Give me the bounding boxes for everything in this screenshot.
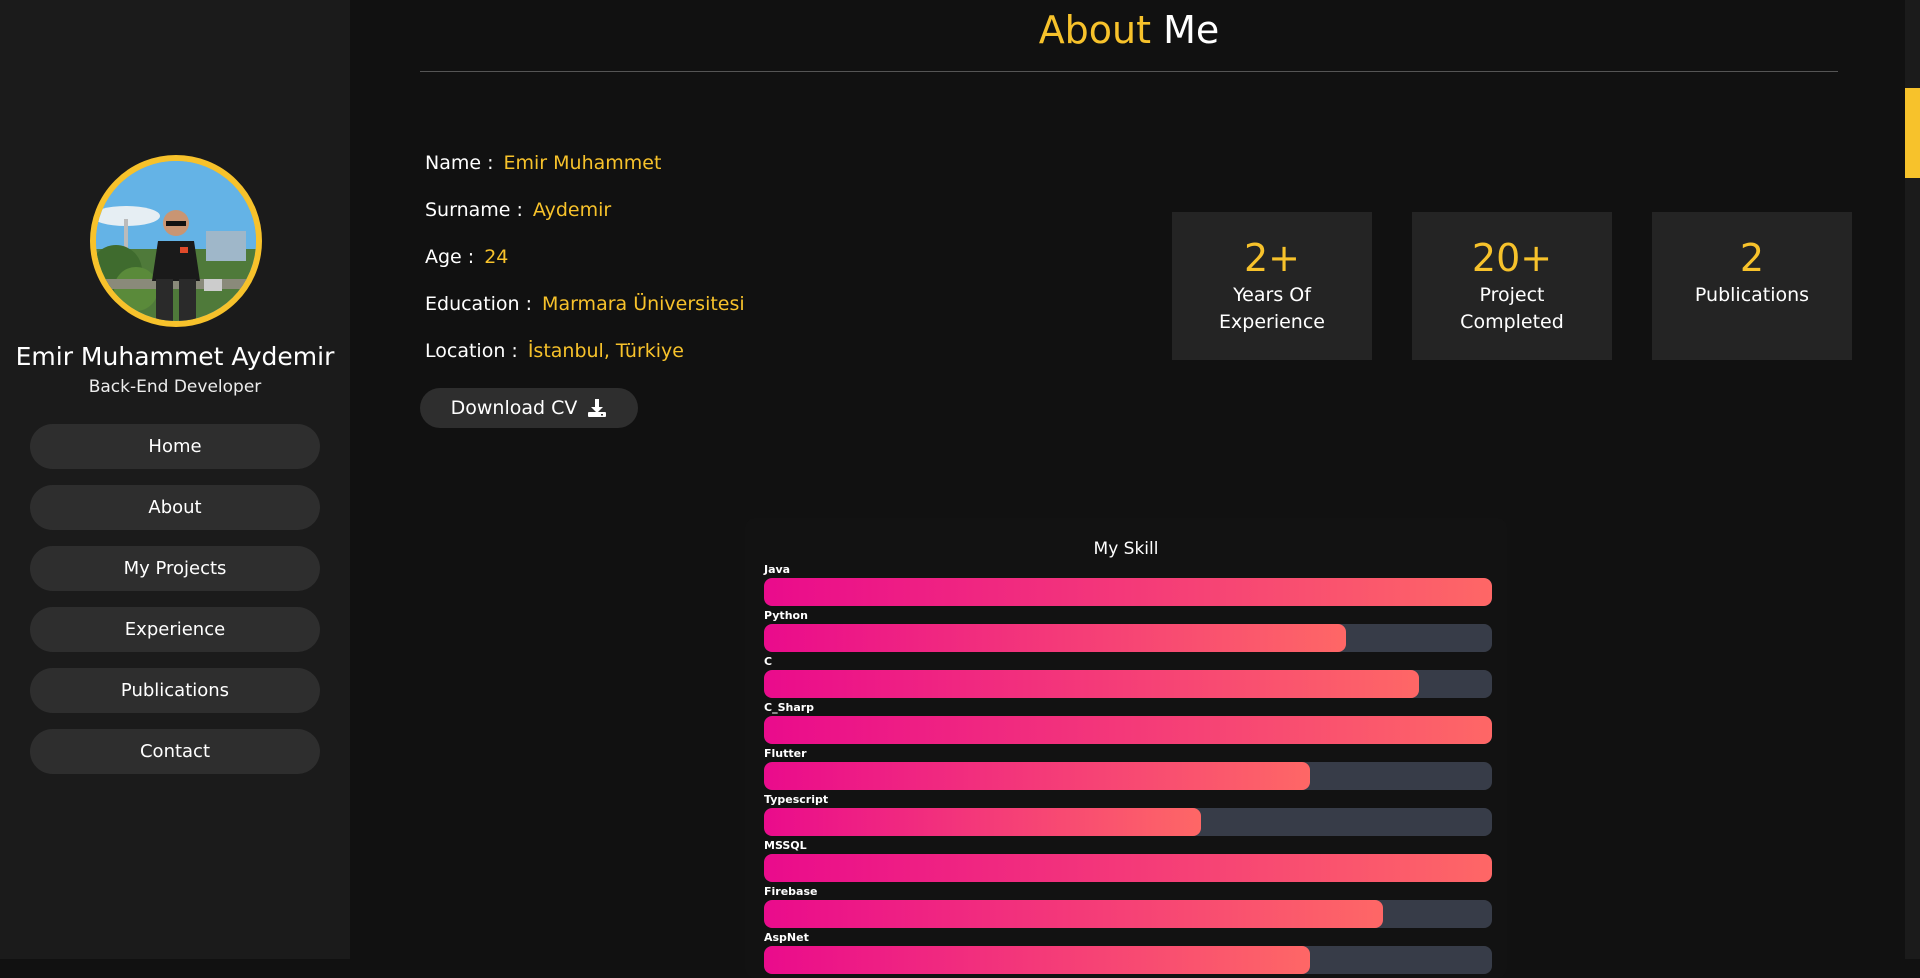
skills-panel: My Skill Java Python C C_Sharp Flutter Typesc…	[745, 518, 1507, 978]
skill-list: Java Python C C_Sharp Flutter Typescript MSSQL…	[764, 563, 1492, 977]
page-title: About Me	[420, 8, 1838, 52]
title-divider	[420, 71, 1838, 72]
skill-row: Flutter	[764, 747, 1492, 793]
stat-card-experience: 2+ Years Of Experience	[1172, 212, 1372, 360]
stat-label-line1: Years Of	[1233, 284, 1311, 306]
skill-bar-fill	[764, 670, 1420, 698]
profile-role: Back-End Developer	[88, 377, 262, 397]
skill-name: Python	[764, 609, 808, 622]
page-scrollbar[interactable]	[1905, 0, 1920, 959]
info-value: Marmara Üniversitesi	[542, 293, 745, 315]
skill-row: Typescript	[764, 793, 1492, 839]
profile-avatar	[90, 155, 262, 327]
skill-bar-fill	[764, 900, 1383, 928]
skill-name: Flutter	[764, 747, 807, 760]
stat-value: 2+	[1243, 236, 1301, 280]
skill-row: Java	[764, 563, 1492, 609]
stat-card-projects: 20+ Project Completed	[1412, 212, 1612, 360]
info-value: Emir Muhammet	[503, 152, 662, 174]
info-label: Surname :	[425, 199, 523, 221]
skill-bar-track	[764, 854, 1492, 882]
skill-name: Firebase	[764, 885, 818, 898]
skill-bar-fill	[764, 808, 1201, 836]
skill-bar-track	[764, 900, 1492, 928]
sidebar: Emir Muhammet Aydemir Back-End Developer…	[0, 0, 350, 959]
skill-bar-track	[764, 624, 1492, 652]
skill-bar-track	[764, 762, 1492, 790]
skill-bar-fill	[764, 624, 1347, 652]
nav-publications-button[interactable]: Publications	[30, 668, 320, 713]
download-icon	[588, 399, 607, 417]
info-value: 24	[484, 246, 509, 268]
stat-label-line2: Completed	[1460, 311, 1564, 333]
profile-name: Emir Muhammet Aydemir	[15, 342, 335, 371]
skill-name: C_Sharp	[764, 701, 815, 714]
stat-label-line1: Publications	[1694, 284, 1810, 306]
nav-projects-button[interactable]: My Projects	[30, 546, 320, 591]
sidebar-nav: Home About My Projects Experience Public…	[30, 424, 320, 790]
stat-value: 2	[1739, 236, 1765, 280]
skill-bar-track	[764, 670, 1492, 698]
stat-label-line2: Experience	[1219, 311, 1325, 333]
nav-experience-button[interactable]: Experience	[30, 607, 320, 652]
info-row-age: Age : 24	[425, 246, 745, 293]
stat-value: 20+	[1471, 236, 1553, 280]
skill-bar-track	[764, 946, 1492, 974]
nav-contact-button[interactable]: Contact	[30, 729, 320, 774]
skill-bar-fill	[764, 854, 1492, 882]
info-label: Education :	[425, 293, 533, 315]
skill-bar-fill	[764, 578, 1492, 606]
info-row-location: Location : İstanbul, Türkiye	[425, 340, 745, 387]
skill-name: Typescript	[764, 793, 829, 806]
skill-row: AspNet	[764, 931, 1492, 977]
stat-card-publications: 2 Publications	[1652, 212, 1852, 360]
info-label: Location :	[425, 340, 518, 362]
nav-home-button[interactable]: Home	[30, 424, 320, 469]
skills-title: My Skill	[1093, 539, 1159, 559]
skill-bar-track	[764, 808, 1492, 836]
info-label: Name :	[425, 152, 494, 174]
skill-bar-fill	[764, 762, 1310, 790]
skill-bar-track	[764, 578, 1492, 606]
info-value: Aydemir	[532, 199, 612, 221]
personal-info: Name : Emir Muhammet Surname : Aydemir A…	[425, 152, 745, 387]
skill-row: C_Sharp	[764, 701, 1492, 747]
skill-row: C	[764, 655, 1492, 701]
info-value: İstanbul, Türkiye	[527, 340, 684, 362]
skill-name: MSSQL	[764, 839, 807, 852]
download-cv-button[interactable]: Download CV	[420, 388, 638, 428]
info-row-name: Name : Emir Muhammet	[425, 152, 745, 199]
skill-bar-fill	[764, 716, 1492, 744]
skill-bar-fill	[764, 946, 1310, 974]
skill-row: Python	[764, 609, 1492, 655]
stat-label-line1: Project	[1479, 284, 1545, 306]
skill-row: Firebase	[764, 885, 1492, 931]
nav-about-button[interactable]: About	[30, 485, 320, 530]
info-label: Age :	[425, 246, 475, 268]
page-title-rest: Me	[1163, 8, 1220, 52]
download-cv-label: Download CV	[450, 397, 578, 419]
skill-name: C	[764, 655, 773, 668]
scrollbar-thumb[interactable]	[1905, 88, 1920, 178]
skill-row: MSSQL	[764, 839, 1492, 885]
skill-name: Java	[764, 563, 791, 576]
page-title-accent: About	[1038, 8, 1152, 52]
info-row-surname: Surname : Aydemir	[425, 199, 745, 246]
skill-bar-track	[764, 716, 1492, 744]
skill-name: AspNet	[764, 931, 809, 944]
info-row-education: Education : Marmara Üniversitesi	[425, 293, 745, 340]
